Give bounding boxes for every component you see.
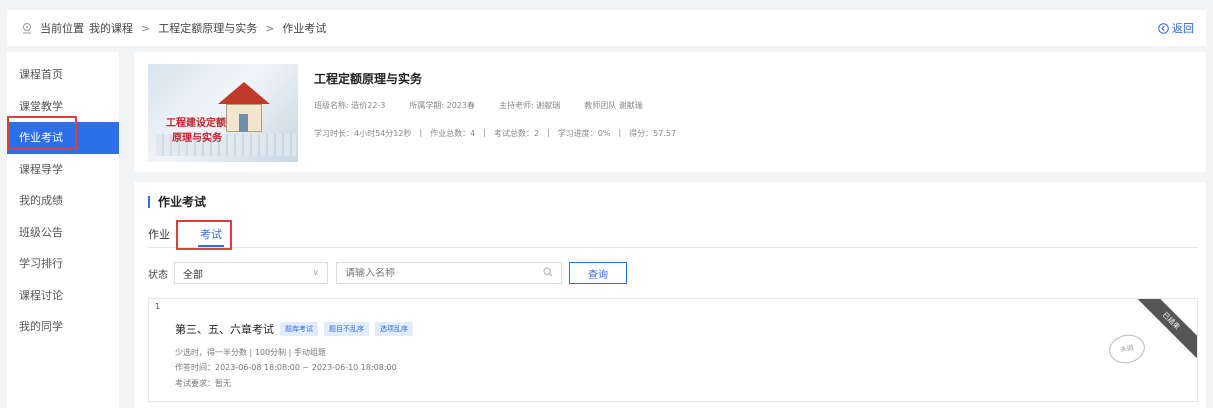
status-value: 全部 <box>183 269 203 281</box>
back-label: 返回 <box>1172 22 1194 35</box>
exam-rules: 少选时，得一半分数 | 100分制 | 手动组题 <box>175 348 326 357</box>
exam-requirement: 考试要求：暂无 <box>175 379 231 388</box>
sidebar-item-discussion[interactable]: 课程讨论 <box>7 280 119 312</box>
teacher-team: 教师团队 谢献瑞 <box>584 101 643 110</box>
tab-homework[interactable]: 作业 <box>148 226 170 242</box>
sidebar-item-classmates[interactable]: 我的同学 <box>7 311 119 343</box>
exam-time: 作答时间：2023-06-08 18:08:00 ~ 2023-06-10 18… <box>175 363 397 372</box>
exam-tag: 选项乱序 <box>375 322 413 336</box>
breadcrumb-separator: > <box>265 21 275 35</box>
search-input[interactable] <box>345 267 525 279</box>
course-info-card: 工程建设定额 原理与实务 工程定额原理与实务 班级名称: 造价22-3 所属学期… <box>134 52 1206 172</box>
exam-total: 考试总数：2 <box>493 129 540 138</box>
breadcrumb-prefix: 当前位置 <box>40 22 84 35</box>
chevron-down-icon: ∨ <box>312 268 319 278</box>
teacher: 主持老师: 谢献瑞 <box>499 101 561 110</box>
cover-title: 工程建设定额 原理与实务 <box>166 118 226 144</box>
exam-tag: 题目不乱序 <box>324 322 369 336</box>
highlight-box-tab <box>176 220 232 250</box>
sidebar: 课程首页 课堂教学 作业考试 课程导学 我的成绩 班级公告 学习排行 课程讨论 … <box>7 52 119 408</box>
course-cover-image: 工程建设定额 原理与实务 <box>148 64 298 162</box>
breadcrumb-bar: 当前位置 我的课程 > 工程定额原理与实务 > 作业考试 返回 <box>7 10 1206 46</box>
semester: 所属学期: 2023春 <box>409 101 476 110</box>
exam-index: 1 <box>155 302 161 311</box>
breadcrumb-current: 作业考试 <box>282 22 327 35</box>
back-button[interactable]: 返回 <box>1158 20 1194 36</box>
search-box <box>336 262 562 284</box>
sidebar-item-announcements[interactable]: 班级公告 <box>7 217 119 249</box>
not-done-stamp: 未做 <box>1106 331 1148 367</box>
status-label: 状态 <box>148 269 168 281</box>
sidebar-item-homework-exam[interactable]: 作业考试 <box>7 122 119 154</box>
homework-exam-panel: 作业考试 作业 考试 状态 全部 ∨ 查询 1 第三、五、六章考试 题库考试 题… <box>134 182 1206 408</box>
study-time: 学习时长：4小时54分12秒 <box>314 129 412 138</box>
status-select[interactable]: 全部 ∨ <box>174 262 328 284</box>
sidebar-item-ranking[interactable]: 学习排行 <box>7 248 119 280</box>
sidebar-item-grades[interactable]: 我的成绩 <box>7 185 119 217</box>
exam-card[interactable]: 1 第三、五、六章考试 题库考试 题目不乱序 选项乱序 少选时，得一半分数 | … <box>148 298 1198 402</box>
exam-title[interactable]: 第三、五、六章考试 <box>175 321 274 337</box>
homework-total: 作业总数：4 <box>430 129 476 138</box>
filter-row: 状态 全部 ∨ 查询 <box>148 262 627 284</box>
exam-title-row: 第三、五、六章考试 题库考试 题目不乱序 选项乱序 <box>175 321 413 337</box>
score: 得分：57.57 <box>629 129 677 138</box>
class-name: 班级名称: 造价22-3 <box>314 101 386 110</box>
study-progress: 学习进度：0% <box>557 129 611 138</box>
location-pin-icon <box>23 23 31 34</box>
course-meta: 班级名称: 造价22-3 所属学期: 2023春 主持老师: 谢献瑞 教师团队 … <box>314 100 643 111</box>
sidebar-item-course-home[interactable]: 课程首页 <box>7 59 119 91</box>
search-icon[interactable] <box>543 266 553 280</box>
course-title: 工程定额原理与实务 <box>314 72 423 86</box>
breadcrumb-separator: > <box>141 21 151 35</box>
exam-tag: 题库考试 <box>280 322 318 336</box>
query-button[interactable]: 查询 <box>569 262 627 284</box>
sidebar-item-classroom[interactable]: 课堂教学 <box>7 91 119 123</box>
back-arrow-icon <box>1158 22 1169 34</box>
course-stats: 学习时长：4小时54分12秒 | 作业总数：4 | 考试总数：2 | 学习进度：… <box>314 128 677 138</box>
breadcrumb-course[interactable]: 工程定额原理与实务 <box>158 20 257 36</box>
sidebar-item-guide[interactable]: 课程导学 <box>7 154 119 186</box>
breadcrumb-my-courses[interactable]: 我的课程 <box>89 20 133 36</box>
tab-bar: 作业 考试 <box>148 222 1198 248</box>
panel-title: 作业考试 <box>148 196 206 208</box>
